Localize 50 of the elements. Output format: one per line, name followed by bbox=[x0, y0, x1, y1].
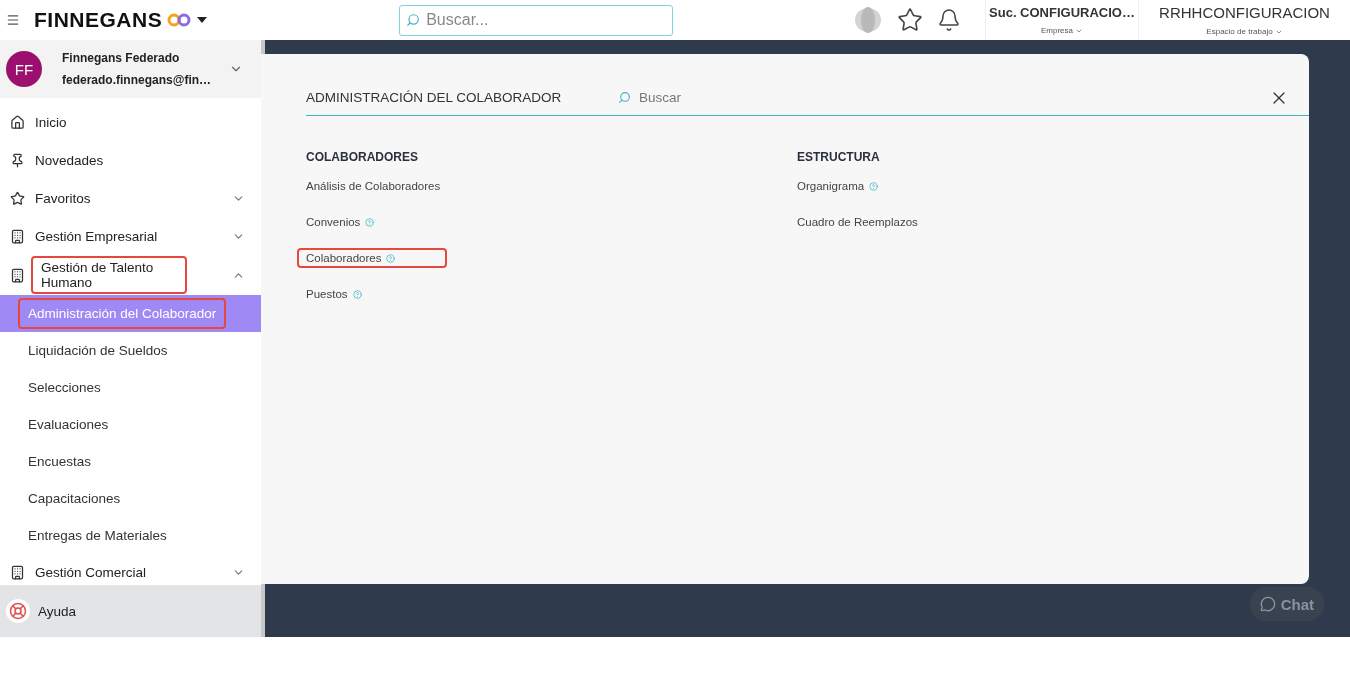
pin-icon bbox=[10, 153, 25, 168]
home-icon bbox=[10, 115, 25, 130]
user-avatar: FF bbox=[6, 51, 42, 87]
search-icon bbox=[406, 13, 421, 27]
menu-link[interactable]: Análisis de Colaboradores bbox=[306, 180, 441, 192]
infinity-logo-icon bbox=[167, 12, 192, 28]
nav-item[interactable]: Gestión Empresarial bbox=[33, 229, 232, 244]
dialog-title: ADMINISTRACIÓN DEL COLABORADOR bbox=[306, 90, 563, 105]
nav-item[interactable]: Gestión de Talento Humano bbox=[31, 256, 187, 294]
menu-link[interactable]: Colaboradores bbox=[297, 248, 448, 268]
building-icon bbox=[10, 267, 25, 283]
help-icon[interactable] bbox=[352, 289, 362, 299]
building-icon bbox=[10, 565, 25, 580]
caret-icon[interactable] bbox=[197, 17, 208, 23]
dialog-search-field[interactable]: Buscar bbox=[618, 89, 1269, 106]
nav-item[interactable]: Gestión Comercial bbox=[33, 565, 232, 580]
help-link[interactable]: Ayuda bbox=[38, 603, 77, 619]
nav-subitem[interactable]: Capacitaciones bbox=[0, 480, 261, 517]
menu-link[interactable]: Cuadro de Reemplazos bbox=[797, 216, 918, 228]
notification-bell-icon[interactable] bbox=[937, 8, 961, 32]
help-icon[interactable] bbox=[365, 217, 375, 227]
nav-subitem[interactable]: Evaluaciones bbox=[0, 406, 261, 443]
help-icon[interactable] bbox=[869, 181, 879, 191]
nav-subitem[interactable]: Encuestas bbox=[0, 443, 261, 480]
user-name: Finnegans Federado bbox=[62, 51, 181, 65]
section-heading: COLABORADORES bbox=[306, 150, 419, 164]
star-icon bbox=[10, 191, 25, 206]
search-input[interactable]: Buscar... bbox=[424, 10, 655, 30]
nav-item[interactable]: Novedades bbox=[33, 153, 245, 168]
nav-subitem[interactable]: Liquidación de Sueldos bbox=[0, 332, 261, 369]
star-icon[interactable] bbox=[897, 7, 923, 33]
nav-item[interactable]: Favoritos bbox=[33, 191, 232, 206]
menu-link[interactable]: Organigrama bbox=[797, 180, 879, 192]
menu-link[interactable]: Puestos bbox=[306, 288, 362, 300]
help-icon[interactable] bbox=[386, 253, 396, 263]
nav-item[interactable]: Inicio bbox=[33, 115, 245, 130]
lifebuoy-icon[interactable] bbox=[9, 602, 27, 620]
nav-subitem[interactable]: Selecciones bbox=[0, 369, 261, 406]
cloud-icon bbox=[853, 6, 883, 34]
brand-logo: FINNEGANS bbox=[34, 8, 163, 32]
speech-bubble-icon bbox=[1259, 596, 1276, 612]
menu-icon[interactable] bbox=[6, 13, 20, 27]
search-icon bbox=[618, 91, 631, 104]
building-icon bbox=[10, 229, 25, 244]
user-email: federado.finnegans@fin… bbox=[62, 73, 213, 87]
dialog-search-input[interactable]: Buscar bbox=[637, 89, 818, 106]
search-field[interactable]: Buscar... bbox=[399, 4, 674, 36]
section-heading: ESTRUCTURA bbox=[797, 150, 881, 164]
nav-subitem[interactable]: Entregas de Materiales bbox=[0, 517, 261, 554]
menu-link[interactable]: Convenios bbox=[306, 216, 375, 228]
